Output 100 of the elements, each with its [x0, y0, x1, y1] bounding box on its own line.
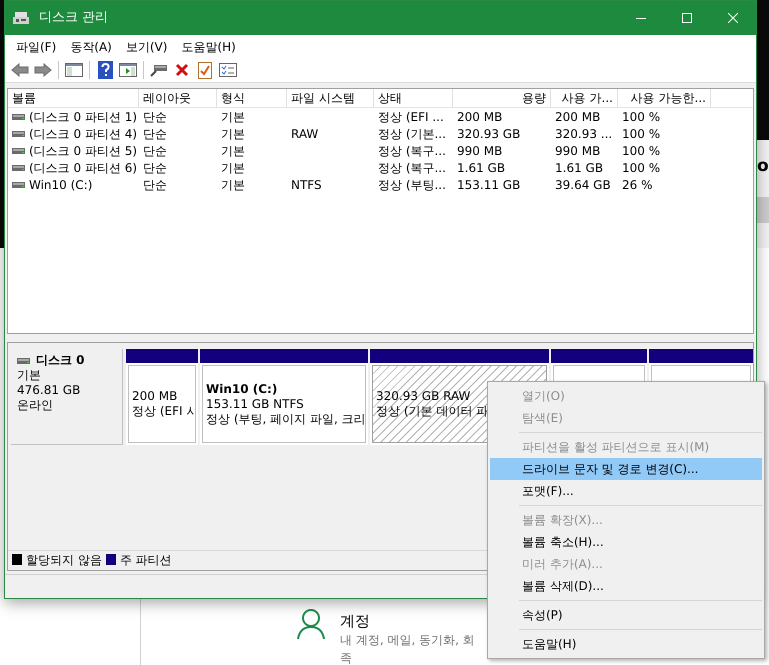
column-header[interactable]: 사용 가능한... [618, 89, 711, 108]
table-cell-text: 기본 [221, 176, 245, 194]
drive-icon [12, 130, 25, 136]
table-cell-text: (디스크 0 파티션 4) [29, 126, 138, 142]
table-cell-text: 기본 [221, 142, 245, 160]
drive-icon [12, 164, 25, 170]
column-header[interactable]: 볼륨 [8, 89, 139, 108]
menu-item[interactable]: 볼륨 축소(H)... [490, 531, 762, 553]
table-cell-text: 기본 [221, 126, 245, 142]
column-header[interactable]: 파일 시스템 [287, 89, 374, 108]
table-cell-text: 정상 (복구... [378, 160, 446, 176]
volume-row[interactable]: (디스크 0 파티션 6) 단순 기본 정상 (복구... 1.61 GB 1.61 GB 100 % [8, 159, 753, 176]
table-cell-text: 단순 [143, 108, 167, 126]
table-cell-text: (디스크 0 파티션 6) [29, 160, 138, 176]
table-cell-text: 990 MB [457, 142, 502, 160]
settings-description: 내 계정, 메일, 동기화, 회 [340, 632, 475, 649]
column-header[interactable]: 용량 [453, 89, 551, 108]
panel-icon [119, 63, 137, 77]
person-icon [296, 608, 326, 640]
column-header[interactable]: 사용 가... [551, 89, 618, 108]
table-cell-text: (디스크 0 파티션 5) [29, 142, 138, 160]
right-arrow-icon [34, 63, 52, 77]
volume-row[interactable]: (디스크 0 파티션 4) 단순 기본 RAW 정상 (기본... 320.93 GB 320.93 ... 100 % [8, 125, 753, 142]
disk-size: 476.81 GB [17, 383, 82, 398]
help-icon [98, 61, 112, 79]
partition-block[interactable]: 200 MB 정상 (EFI 시 [126, 349, 198, 445]
table-cell-text: 정상 (복구... [378, 142, 446, 160]
legend-label: 할당되지 않음 [26, 552, 102, 568]
table-cell-text: 정상 (EFI ... [378, 108, 444, 126]
menu-item[interactable]: 파일(F) [9, 36, 64, 56]
partition-name: Win10 (C:) [206, 382, 278, 396]
left-arrow-icon [11, 63, 29, 77]
table-cell-text: 기본 [221, 160, 245, 176]
column-header[interactable]: 형식 [217, 89, 287, 108]
legend-label: 주 파티션 [120, 552, 172, 568]
partition-status: 정상 (EFI 시 [132, 404, 195, 419]
disk-name: 디스크 0 [36, 353, 85, 368]
table-cell-text: 정상 (기본... [378, 126, 446, 142]
table-cell-text: RAW [291, 126, 318, 142]
menu-item[interactable]: 도움말(H) [174, 36, 243, 56]
table-cell-text: Win10 (C:) [29, 176, 92, 194]
table-cell-text: 단순 [143, 126, 167, 142]
drive-icon [12, 182, 25, 188]
drive-icon [12, 148, 25, 154]
table-cell-text: 단순 [143, 160, 167, 176]
table-cell-text: (디스크 0 파티션 1) [29, 108, 138, 126]
column-header[interactable]: 레이아웃 [139, 89, 217, 108]
partition-size: 200 MB [132, 389, 178, 404]
table-cell-text: 기본 [221, 108, 245, 126]
volume-row[interactable]: (디스크 0 파티션 5) 단순 기본 정상 (복구... 990 MB 990 MB 100 % [8, 142, 753, 159]
table-cell-text: 단순 [143, 142, 167, 160]
partition-size: 320.93 GB RAW [376, 389, 470, 404]
menu-item[interactable]: 볼륨 삭제(D)... [490, 575, 762, 597]
table-cell-text: 100 % [622, 108, 660, 126]
maximize-icon [682, 13, 692, 23]
close-icon [728, 13, 738, 23]
menu-item[interactable]: 도움말(H) [490, 633, 762, 655]
table-cell-text: 100 % [622, 142, 660, 160]
table-cell-text: NTFS [291, 176, 322, 194]
disk-type: 기본 [17, 368, 42, 383]
partition-size: 153.11 GB NTFS [206, 396, 304, 412]
partition-block[interactable]: Win10 (C:) 153.11 GB NTFS 정상 (부팅, 페이지 파일, 크리 [200, 349, 368, 445]
delete-icon [175, 63, 189, 77]
panel-icon [65, 63, 83, 77]
table-cell-text: 1.61 GB [555, 160, 604, 176]
disk-status: 온라인 [17, 398, 54, 413]
table-cell-text: 200 MB [555, 108, 600, 126]
list-icon [219, 63, 237, 77]
drive-icon [17, 358, 30, 364]
partition-header-bar [126, 349, 198, 363]
volume-row[interactable]: Win10 (C:) 단순 기본 NTFS 정상 (부팅... 153.11 GB 39.64 GB 26 % [8, 176, 753, 193]
disk-icon [13, 11, 29, 25]
menu-item[interactable]: 포맷(F)... [490, 480, 762, 502]
table-cell-text: 100 % [622, 126, 660, 142]
table-cell-text: 990 MB [555, 142, 600, 160]
disk-plug-icon [150, 63, 168, 77]
settings-description: 족 [340, 650, 353, 665]
settings-title[interactable]: 계정 [340, 611, 475, 631]
menu-item[interactable]: 보기(V) [118, 36, 174, 56]
window-title: 디스크 관리 [39, 9, 110, 28]
page-heading: o [757, 158, 769, 175]
table-cell-text: 320.93 GB [457, 126, 520, 142]
menu-item[interactable]: 속성(P) [490, 604, 762, 626]
partition-status: 정상 (기본 데이터 파 [376, 404, 488, 419]
table-cell-text: 39.64 GB [555, 176, 611, 194]
table-cell-text: 153.11 GB [457, 176, 520, 194]
table-cell-text: 200 MB [457, 108, 502, 126]
drive-icon [12, 114, 25, 120]
table-cell-text: 1.61 GB [457, 160, 506, 176]
table-cell-text: 단순 [143, 176, 167, 194]
column-header[interactable]: 상태 [374, 89, 453, 108]
table-cell-text: 정상 (부팅... [378, 176, 446, 194]
partition-status: 정상 (부팅, 페이지 파일, 크리 [206, 412, 365, 426]
volume-row[interactable]: (디스크 0 파티션 1) 단순 기본 정상 (EFI ... 200 MB 200 MB 100 % [8, 108, 753, 125]
disk-label-panel[interactable]: 디스크 0 기본 476.81 GB 온라인 [11, 349, 123, 445]
table-cell-text: 320.93 ... [555, 126, 612, 142]
menu-item[interactable]: 동작(A) [63, 36, 119, 56]
table-cell-text: 26 % [622, 176, 652, 194]
menu-item[interactable]: 드라이브 문자 및 경로 변경(C)... [490, 458, 762, 480]
table-cell-text: 100 % [622, 160, 660, 176]
